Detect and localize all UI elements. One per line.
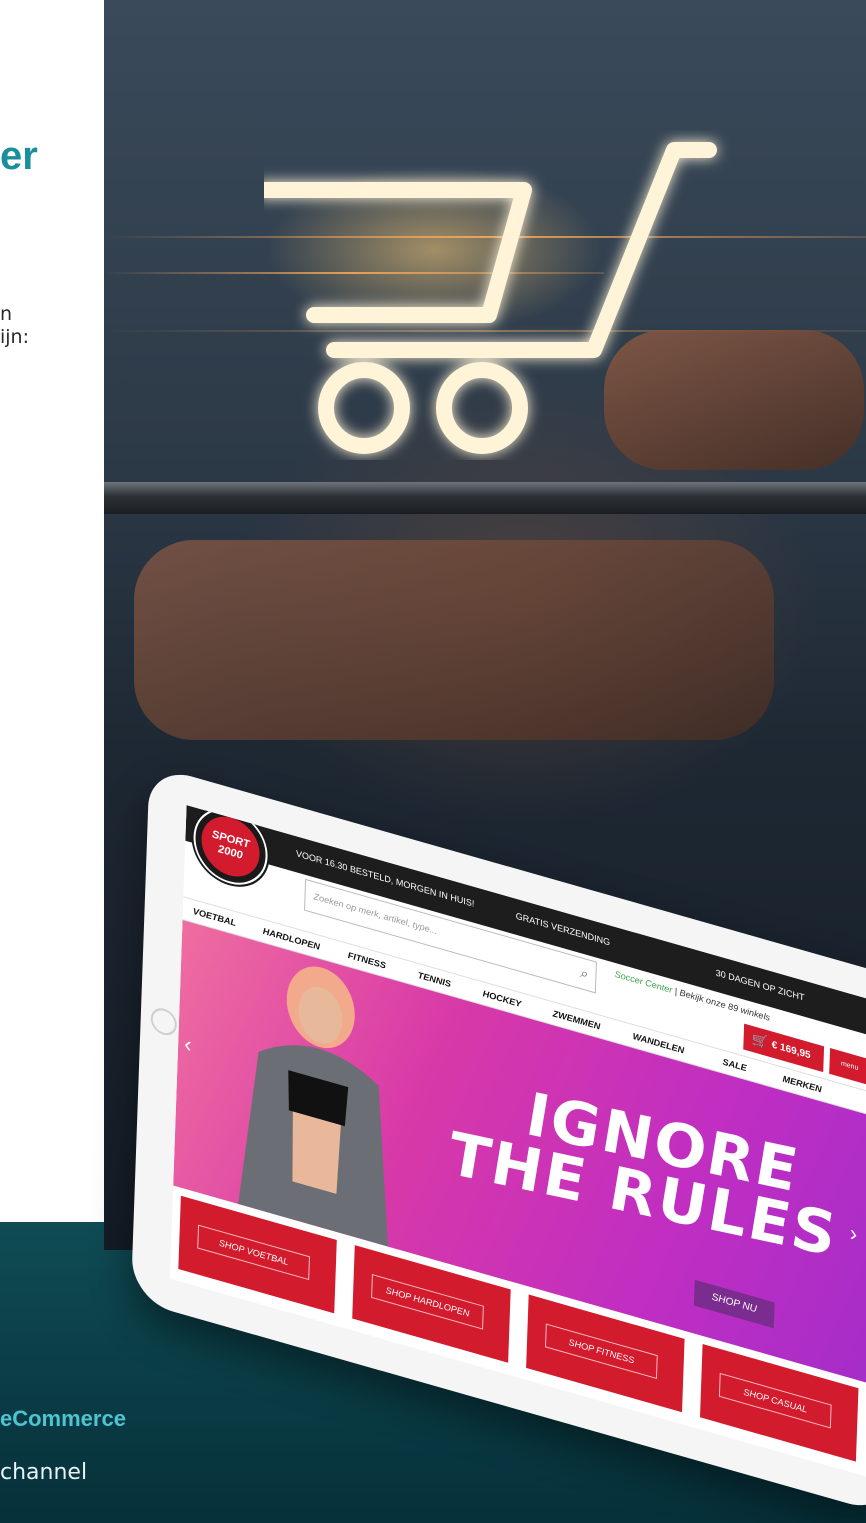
nav-item-tennis[interactable]: TENNIS <box>418 970 451 989</box>
tile-label: SHOP HARDLOPEN <box>371 1274 484 1330</box>
chevron-right-icon[interactable]: › <box>849 1220 857 1248</box>
page: er n ijn: eCommerce channel VOOR 16.30 B… <box>0 0 866 1523</box>
athlete-image <box>238 966 389 1247</box>
menu-button[interactable]: menu <box>829 1048 866 1086</box>
logo-text: SPORT 2000 <box>200 809 261 884</box>
shop-now-button[interactable]: SHOP NU <box>693 1279 775 1329</box>
menu-label: menu <box>840 1060 859 1073</box>
hand-image <box>134 540 774 740</box>
subnav-separator: | <box>674 985 678 997</box>
search-icon[interactable]: ⌕ <box>579 964 587 983</box>
shopping-cart-icon <box>264 142 717 454</box>
tile-label: SHOP CASUAL <box>718 1372 832 1429</box>
intro-line-2: ijn: <box>0 326 30 348</box>
intro-text: n ijn: <box>0 303 29 349</box>
tile-label: SHOP FITNESS <box>545 1323 658 1380</box>
page-title: er <box>0 134 38 178</box>
tile-label: SHOP VOETBAL <box>197 1224 310 1281</box>
nav-item-sale[interactable]: SALE <box>722 1057 746 1074</box>
banner-headline: IGNORE THE RULES <box>446 1069 839 1272</box>
ecommerce-heading: eCommerce <box>0 1406 126 1431</box>
chevron-left-icon[interactable]: ‹ <box>184 1031 192 1059</box>
tablet-edge <box>104 482 866 514</box>
shopping-cart-icon: 🛒 <box>751 1030 769 1051</box>
channel-text: channel <box>0 1460 88 1485</box>
intro-line-1: n <box>0 303 13 325</box>
site-logo[interactable]: SPORT 2000 <box>192 805 269 894</box>
home-button[interactable] <box>150 1005 178 1039</box>
returns-notice: 30 DAGEN OP ZICHT <box>715 967 805 1003</box>
cart-amount: € 169,95 <box>771 1039 811 1062</box>
